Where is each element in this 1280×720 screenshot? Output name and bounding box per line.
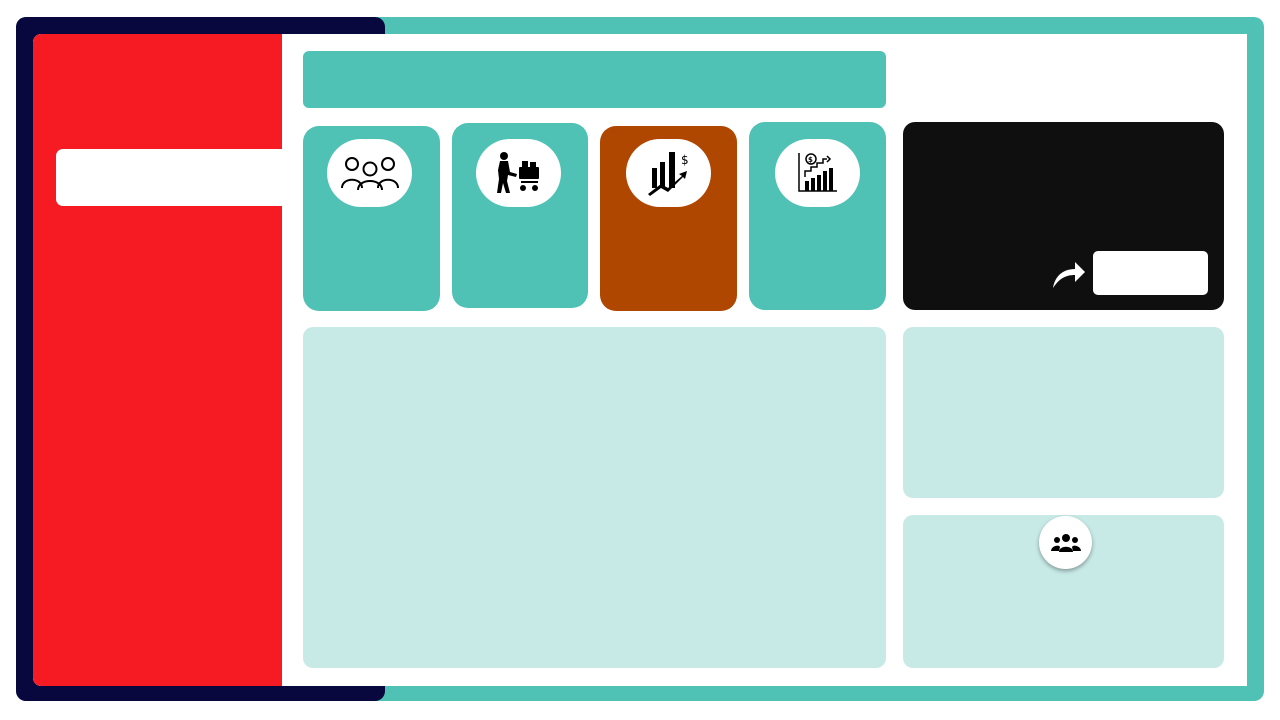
revenue-growth-chart-icon: $ [797,153,837,192]
share-button[interactable] [1093,251,1208,295]
people-group-icon [340,157,399,191]
svg-text:$: $ [681,153,689,167]
kpi-icon-container [476,139,561,207]
main-chart-panel [303,327,886,668]
side-panel-top [903,327,1224,498]
kpi-icon-container: $ [775,139,860,207]
sales-growth-chart-icon: $ [647,152,689,196]
sidebar [33,34,282,686]
header-bar [303,51,886,108]
kpi-card-orders[interactable] [452,123,588,308]
kpi-card-customers[interactable] [303,126,440,311]
share-arrow-icon[interactable] [1051,258,1087,290]
sidebar-active-item[interactable] [56,149,282,206]
kpi-card-revenue[interactable]: $ [749,122,886,310]
kpi-card-sales[interactable]: $ [600,126,737,311]
users-icon [1050,533,1081,552]
summary-panel [903,122,1224,310]
dashboard-canvas: $ $ [33,34,1247,686]
kpi-icon-container: $ [626,139,711,207]
shopping-cart-person-icon [496,152,539,193]
users-badge[interactable] [1039,516,1092,569]
dashboard-root: $ $ [0,0,1280,720]
kpi-icon-container [327,139,412,207]
svg-text:$: $ [808,156,813,164]
